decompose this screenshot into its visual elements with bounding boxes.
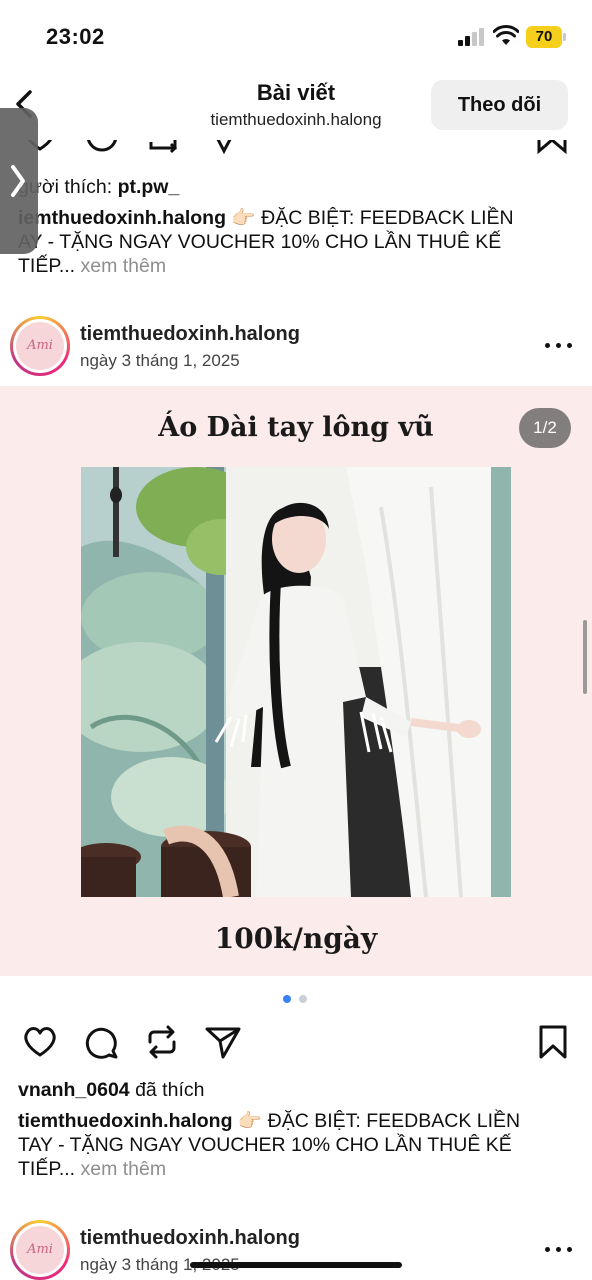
repost-icon[interactable] <box>144 1024 180 1060</box>
prev-post-actions <box>0 140 592 156</box>
caption-username[interactable]: iemthuedoxinh.halong <box>18 207 226 229</box>
post-media[interactable]: Áo Dài tay lông vũ 1/2 100k/ngày <box>0 386 592 976</box>
more-horizontal-icon[interactable] <box>543 1245 575 1255</box>
bookmark-icon[interactable] <box>536 140 568 154</box>
caption-text: 👉🏻 ĐẶC BIỆT: FEEDBACK LIỀN <box>232 1110 521 1132</box>
heart-icon[interactable] <box>22 1024 58 1060</box>
liked-user-link[interactable]: vnanh_0604 <box>18 1079 130 1101</box>
likes-suffix: đã thích <box>129 1079 205 1101</box>
repost-icon[interactable] <box>145 140 181 154</box>
battery-indicator: 70 <box>526 26 566 48</box>
post-caption-line: TIẾP... xem thêm <box>18 1158 166 1181</box>
send-icon[interactable] <box>204 1024 242 1060</box>
media-price: 100k/ngày <box>214 922 378 955</box>
post-caption-line: tiemthuedoxinh.halong 👉🏻 ĐẶC BIỆT: FEEDB… <box>18 1109 520 1133</box>
send-icon[interactable] <box>206 140 242 154</box>
chevron-right-icon <box>11 165 25 197</box>
post-username[interactable]: tiemthuedoxinh.halong <box>80 323 300 346</box>
comment-icon[interactable] <box>84 140 120 154</box>
liked-user-link[interactable]: pt.pw_ <box>118 176 180 198</box>
post-caption-line: TAY - TẶNG NGAY VOUCHER 10% CHO LẦN THUÊ… <box>18 1134 512 1156</box>
wifi-icon <box>493 25 519 45</box>
comment-icon[interactable] <box>83 1024 119 1060</box>
avatar-logo: Ami <box>16 1226 64 1274</box>
carousel-dots <box>283 995 309 1005</box>
status-time: 23:02 <box>46 24 105 49</box>
prev-post-caption-line: TIẾP... xem thêm <box>18 255 166 278</box>
caption-username[interactable]: tiemthuedoxinh.halong <box>18 1110 233 1132</box>
caption-text: TIẾP... <box>18 255 76 277</box>
prev-post-caption-line: iemthuedoxinh.halong 👉🏻 ĐẶC BIỆT: FEEDBA… <box>18 206 514 230</box>
follow-button[interactable]: Theo dõi <box>431 80 568 130</box>
side-panel-tab[interactable] <box>0 108 38 254</box>
nav-header: Bài viết tiemthuedoxinh.halong Theo dõi <box>0 70 592 140</box>
see-more-link[interactable]: xem thêm <box>75 255 167 277</box>
prev-post-caption-line: AY - TẶNG NGAY VOUCHER 10% CHO LẦN THUÊ … <box>18 231 502 253</box>
see-more-link[interactable]: xem thêm <box>75 1158 167 1180</box>
carousel-counter: 1/2 <box>519 408 571 448</box>
media-title: Áo Dài tay lông vũ <box>158 412 434 443</box>
post-likes: vnanh_0604 đã thích <box>18 1079 204 1102</box>
post-username[interactable]: tiemthuedoxinh.halong <box>80 1227 300 1250</box>
caption-text: TIẾP... <box>18 1158 76 1180</box>
prev-post-likes: gười thích: pt.pw_ <box>18 176 179 199</box>
status-bar: 23:02 70 <box>0 0 592 70</box>
bookmark-icon[interactable] <box>537 1024 569 1060</box>
avatar-logo: Ami <box>16 322 64 370</box>
more-horizontal-icon[interactable] <box>543 341 575 351</box>
cellular-signal-icon <box>458 28 486 46</box>
avatar[interactable]: Ami <box>10 316 70 376</box>
home-indicator[interactable] <box>190 1262 402 1268</box>
product-photo <box>81 467 511 897</box>
caption-text: 👉🏻 ĐẶC BIỆT: FEEDBACK LIỀN <box>226 207 514 229</box>
post-date: ngày 3 tháng 1, 2025 <box>80 351 240 370</box>
scroll-indicator[interactable] <box>583 620 587 694</box>
avatar[interactable]: Ami <box>10 1220 70 1280</box>
